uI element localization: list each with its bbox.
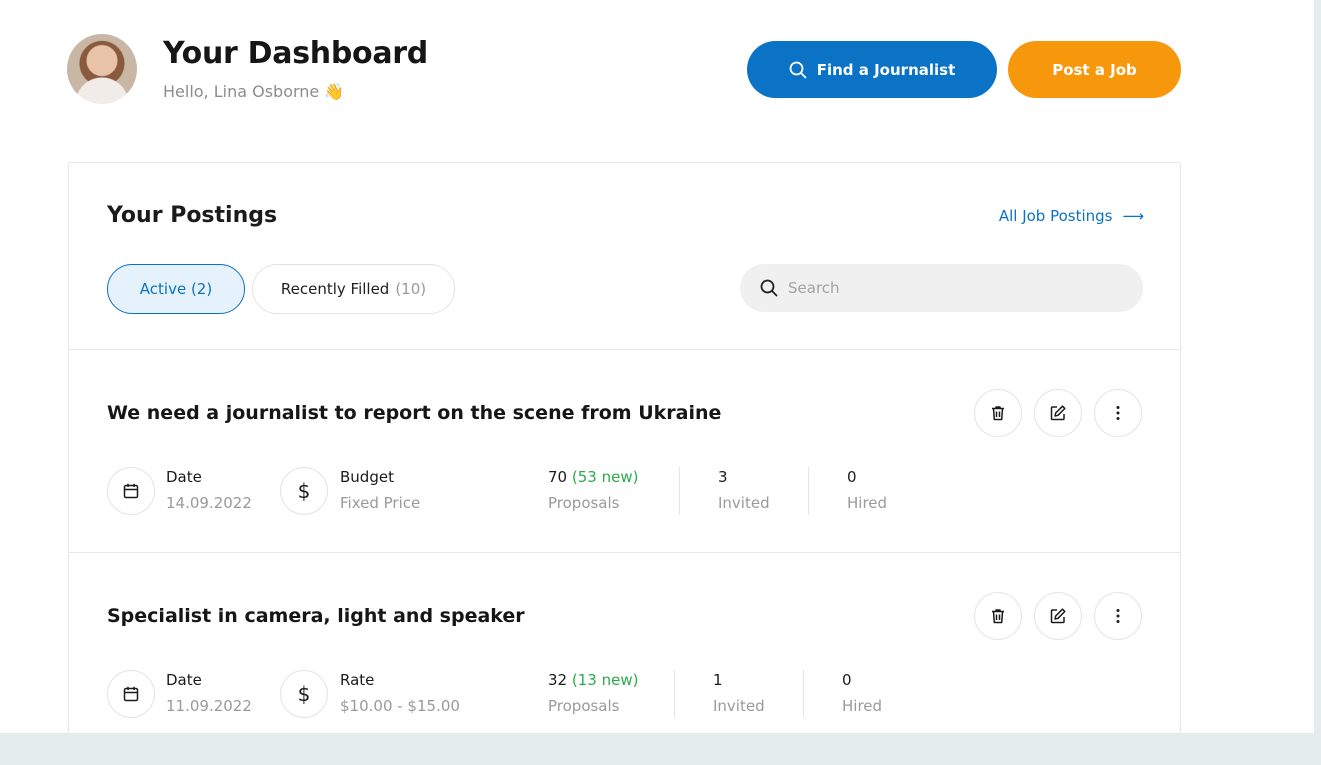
search-icon bbox=[760, 279, 778, 297]
post-job-button[interactable]: Post a Job bbox=[1008, 41, 1181, 98]
delete-button[interactable] bbox=[974, 592, 1022, 640]
postings-card: Your Postings All Job Postings ⟶ Active … bbox=[68, 162, 1181, 733]
invited-count: 1 bbox=[713, 671, 723, 689]
postings-title: Your Postings bbox=[107, 203, 278, 228]
proposals-label: Proposals bbox=[548, 697, 620, 715]
hired-count: 0 bbox=[842, 671, 852, 689]
more-options-button[interactable] bbox=[1094, 592, 1142, 640]
more-options-button[interactable] bbox=[1094, 389, 1142, 437]
arrow-right-icon: ⟶ bbox=[1122, 207, 1144, 225]
edit-icon bbox=[1050, 405, 1066, 421]
trash-icon bbox=[992, 406, 1004, 421]
budget-label: Budget bbox=[340, 468, 394, 486]
tab-active-label: Active (2) bbox=[139, 280, 213, 298]
dashboard-header: Your Dashboard Hello, Lina Osborne 👋 Fin… bbox=[67, 34, 1181, 104]
proposals-new: (53 new) bbox=[571, 468, 639, 486]
post-job-label: Post a Job bbox=[1052, 60, 1137, 79]
edit-button[interactable] bbox=[1034, 389, 1082, 437]
tab-recently-filled-label: Recently Filled bbox=[280, 280, 390, 298]
proposals-label: Proposals bbox=[548, 494, 620, 512]
tab-recently-filled-count: (10) bbox=[395, 280, 427, 298]
calendar-icon bbox=[107, 670, 155, 718]
scrollbar-track[interactable] bbox=[1314, 0, 1321, 733]
wave-emoji: 👋 bbox=[324, 82, 345, 101]
postings-header: Your Postings All Job Postings ⟶ Active … bbox=[69, 163, 1180, 350]
date-value: 14.09.2022 bbox=[166, 494, 252, 512]
tab-active[interactable]: Active (2) bbox=[107, 264, 245, 314]
invited-label: Invited bbox=[713, 697, 765, 715]
posting-actions bbox=[974, 389, 1142, 437]
hired-label: Hired bbox=[847, 494, 888, 512]
all-job-postings-link[interactable]: All Job Postings ⟶ bbox=[999, 207, 1144, 225]
tab-recently-filled[interactable]: Recently Filled (10) bbox=[252, 264, 455, 314]
posting-actions bbox=[974, 592, 1142, 640]
invited-count: 3 bbox=[718, 468, 728, 486]
proposals-count[interactable]: 32 (13 new) bbox=[548, 671, 638, 689]
search-box bbox=[740, 264, 1143, 312]
find-journalist-button[interactable]: Find a Journalist bbox=[747, 41, 997, 98]
invited-label: Invited bbox=[718, 494, 770, 512]
more-vertical-icon bbox=[1116, 609, 1120, 623]
dashboard-page: Your Dashboard Hello, Lina Osborne 👋 Fin… bbox=[0, 0, 1314, 733]
search-icon bbox=[789, 61, 807, 78]
rate-label: Rate bbox=[340, 671, 375, 689]
posting-title[interactable]: Specialist in camera, light and speaker bbox=[107, 605, 525, 627]
divider bbox=[674, 670, 675, 718]
hired-label: Hired bbox=[842, 697, 883, 715]
proposals-total: 32 bbox=[548, 671, 568, 689]
date-value: 11.09.2022 bbox=[166, 697, 252, 715]
hired-count: 0 bbox=[847, 468, 857, 486]
dollar-icon: $ bbox=[280, 467, 328, 515]
date-label: Date bbox=[166, 671, 202, 689]
page-title: Your Dashboard bbox=[163, 36, 428, 71]
posting-title[interactable]: We need a journalist to report on the sc… bbox=[107, 402, 721, 424]
all-job-postings-label: All Job Postings bbox=[998, 207, 1113, 225]
avatar[interactable] bbox=[67, 34, 137, 104]
divider bbox=[679, 467, 680, 515]
edit-icon bbox=[1050, 608, 1066, 624]
proposals-total: 70 bbox=[548, 468, 568, 486]
more-vertical-icon bbox=[1116, 406, 1120, 420]
delete-button[interactable] bbox=[974, 389, 1022, 437]
divider bbox=[808, 467, 809, 515]
calendar-icon bbox=[107, 467, 155, 515]
divider bbox=[803, 670, 804, 718]
find-journalist-label: Find a Journalist bbox=[816, 60, 956, 79]
date-label: Date bbox=[166, 468, 202, 486]
posting-row[interactable]: Specialist in camera, light and speaker bbox=[69, 553, 1180, 733]
dollar-icon: $ bbox=[280, 670, 328, 718]
budget-value: Fixed Price bbox=[340, 494, 421, 512]
search-input[interactable] bbox=[788, 279, 1128, 297]
greeting-text: Hello, Lina Osborne bbox=[163, 82, 320, 101]
trash-icon bbox=[992, 609, 1004, 624]
edit-button[interactable] bbox=[1034, 592, 1082, 640]
proposals-count[interactable]: 70 (53 new) bbox=[548, 468, 638, 486]
rate-value: $10.00 - $15.00 bbox=[340, 697, 460, 715]
greeting: Hello, Lina Osborne 👋 bbox=[163, 82, 344, 101]
posting-row[interactable]: We need a journalist to report on the sc… bbox=[69, 350, 1180, 553]
proposals-new: (13 new) bbox=[571, 671, 639, 689]
